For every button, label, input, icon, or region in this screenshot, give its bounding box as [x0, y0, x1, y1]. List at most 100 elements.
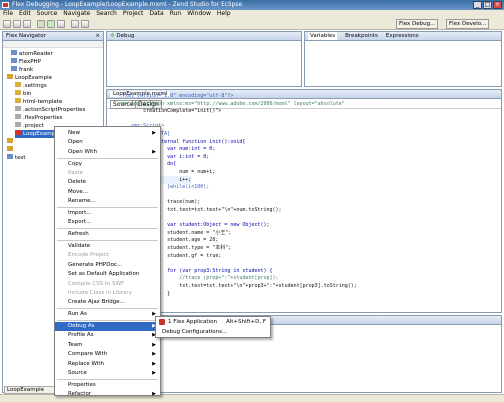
context-item-replace-with[interactable]: Replace With ▶ [55, 360, 160, 369]
menu-window[interactable]: Window [187, 10, 211, 18]
context-item-refresh[interactable]: Refresh [55, 230, 160, 239]
tree-item[interactable]: .project [15, 122, 44, 130]
window-title: Flex Debugging - LoopExample/LoopExample… [12, 1, 243, 8]
folder-icon [15, 106, 21, 111]
tree-item[interactable]: bin [15, 90, 32, 98]
tree-item[interactable]: html-template [15, 98, 62, 106]
search-icon[interactable] [57, 20, 65, 28]
menu-data[interactable]: Data [149, 10, 163, 18]
context-item-generate-phpdoc[interactable]: Generate PHPDoc... [55, 261, 160, 270]
context-item-new[interactable]: New ▶ [55, 129, 160, 138]
perspective-flex-debug[interactable]: Flex Debug... [396, 19, 439, 29]
toolbar: Flex Debug... Flex Develo... [0, 18, 504, 30]
close-button[interactable]: × [493, 1, 502, 9]
app-icon [2, 2, 9, 8]
menu-separator [57, 320, 158, 322]
menu-edit[interactable]: Edit [19, 10, 31, 18]
tree-item[interactable]: frank [11, 66, 33, 74]
debug-icon[interactable] [37, 20, 45, 28]
forward-icon[interactable] [81, 20, 89, 28]
run-icon[interactable] [47, 20, 55, 28]
context-item-refactor[interactable]: Refactor ▶ [55, 390, 160, 399]
menu-help[interactable]: Help [217, 10, 231, 18]
bug-icon: ✲ [110, 33, 115, 39]
tree-item[interactable]: .flexProperties [15, 114, 63, 122]
menu-separator [57, 157, 158, 159]
menu-separator [57, 240, 158, 242]
tree-item[interactable]: test [7, 154, 26, 162]
context-item-set-as-default-application[interactable]: Set as Default Application [55, 270, 160, 279]
tree-item[interactable] [7, 146, 15, 154]
debug-as-submenu: 1 Flex Application Alt+Shift+D, F Debug … [155, 316, 271, 338]
menu-source[interactable]: Source [37, 10, 58, 18]
context-item-import[interactable]: Import... [55, 209, 160, 218]
context-item-run-as[interactable]: Run As ▶ [55, 310, 160, 319]
context-item-rename[interactable]: Rename... [55, 197, 160, 206]
menu-separator [57, 228, 158, 230]
submenu-arrow-icon: ▶ [152, 391, 156, 398]
submenu-arrow-icon: ▶ [152, 351, 156, 358]
context-item-include-class-in-library[interactable]: Include Class in Library [55, 289, 160, 298]
editor-panel: LoopExample.mxml Source Design <?xml ver… [106, 89, 502, 313]
menu-separator [57, 207, 158, 209]
folder-icon [15, 130, 21, 135]
folder-icon [15, 122, 21, 127]
context-item-properties[interactable]: Properties [55, 381, 160, 390]
context-item-profile-as[interactable]: Profile As▶ [55, 331, 160, 340]
submenu-arrow-icon: ▶ [152, 360, 156, 367]
context-item-compile-css-to-swf[interactable]: Compile CSS to SWF [55, 280, 160, 289]
back-icon[interactable] [71, 20, 79, 28]
context-item-team[interactable]: Team ▶ [55, 341, 160, 350]
context-item-compare-with[interactable]: Compare With ▶ [55, 350, 160, 359]
menu-search[interactable]: Search [96, 10, 117, 18]
folder-icon [7, 138, 13, 143]
menu-file[interactable]: File [3, 10, 13, 18]
submenu-item-flex-application[interactable]: 1 Flex Application Alt+Shift+D, F [156, 318, 270, 327]
menu-separator [57, 308, 158, 310]
tree-item[interactable]: LoopExample [7, 74, 52, 82]
tree-item[interactable]: atomReader [11, 50, 53, 58]
context-item-source[interactable]: Source ▶ [55, 369, 160, 378]
close-icon[interactable]: × [95, 32, 100, 41]
context-item-delete[interactable]: Delete [55, 178, 160, 187]
tree-item[interactable]: .settings [15, 82, 47, 90]
tree-item[interactable] [7, 138, 15, 146]
perspective-flex-develop[interactable]: Flex Develo... [446, 19, 490, 29]
menu-run[interactable]: Run [170, 10, 182, 18]
submenu-arrow-icon: ▶ [152, 370, 156, 376]
variables-panel: Variables Breakpoints Expressions [304, 31, 502, 87]
print-icon[interactable] [23, 20, 31, 28]
context-item-encode-project[interactable]: Encode Project [55, 251, 160, 260]
context-item-open-with[interactable]: Open With ▶ [55, 148, 160, 157]
menu-navigate[interactable]: Navigate [63, 10, 90, 18]
minimize-button[interactable]: _ [473, 1, 482, 9]
folder-icon [11, 50, 17, 55]
folder-icon [7, 154, 13, 159]
maximize-button[interactable]: □ [483, 1, 492, 9]
code-line: creationComplete="init()"> [119, 108, 222, 115]
context-item-debug-as[interactable]: Debug As▶ [55, 322, 160, 331]
title-bar: Flex Debugging - LoopExample/LoopExample… [0, 0, 504, 10]
folder-icon [7, 146, 13, 151]
context-item-move[interactable]: Move... [55, 188, 160, 197]
context-item-copy[interactable]: Copy [55, 160, 160, 169]
folder-icon [11, 58, 17, 63]
tab-breakpoints[interactable]: Breakpoints [345, 32, 378, 40]
tree-item[interactable]: .actionScriptProperties [15, 106, 85, 114]
context-item-paste[interactable]: Paste [55, 169, 160, 178]
new-icon[interactable] [3, 20, 11, 28]
context-item-create-ajax-bridge[interactable]: Create Ajax Bridge... [55, 298, 160, 307]
folder-icon [15, 90, 21, 95]
tree-item[interactable]: FlexPHP [11, 58, 41, 66]
context-item-open[interactable]: Open [55, 138, 160, 147]
context-item-export[interactable]: Export... [55, 218, 160, 227]
folder-icon [15, 82, 21, 87]
menu-project[interactable]: Project [123, 10, 144, 18]
context-item-validate[interactable]: Validate [55, 242, 160, 251]
tab-expressions[interactable]: Expressions [386, 32, 419, 40]
debug-title[interactable]: Debug [116, 33, 134, 39]
save-icon[interactable] [13, 20, 21, 28]
tab-variables[interactable]: Variables [308, 32, 338, 40]
submenu-item-debug-configurations[interactable]: Debug Configurations... [156, 328, 270, 337]
menu-bar: File Edit Source Navigate Search Project Data R… [0, 10, 504, 18]
